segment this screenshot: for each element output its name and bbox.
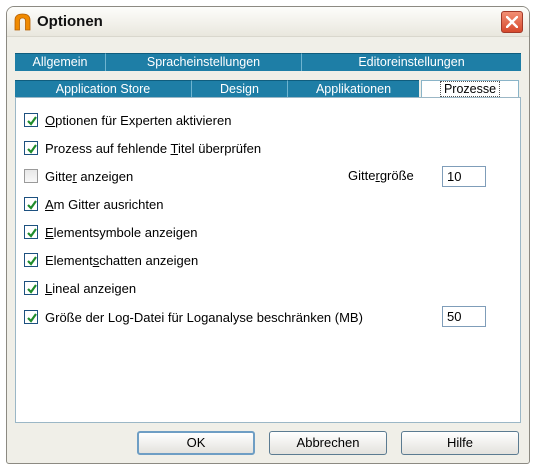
- title-bar[interactable]: Optionen: [7, 7, 529, 37]
- option-label: Am Gitter ausrichten: [45, 196, 164, 212]
- checkmark-icon: [27, 200, 37, 210]
- checkmark-icon: [27, 228, 37, 238]
- checkbox-elementschatten[interactable]: [24, 253, 38, 267]
- option-label: Größe der Log-Datei für Loganalyse besch…: [45, 309, 363, 325]
- option-elementsymbole[interactable]: Elementsymbole anzeigen: [24, 223, 197, 241]
- checkmark-icon: [27, 116, 37, 126]
- checkmark-icon: [27, 144, 37, 154]
- tab-spracheinstellungen[interactable]: Spracheinstellungen: [105, 53, 301, 71]
- option-elementschatten[interactable]: Elementschatten anzeigen: [24, 251, 198, 269]
- option-experten[interactable]: Optionen für Experten aktivieren: [24, 111, 231, 129]
- tab-application-store[interactable]: Application Store: [15, 80, 191, 98]
- option-lineal[interactable]: Lineal anzeigen: [24, 279, 136, 297]
- close-icon: [506, 16, 518, 28]
- tab-applikationen[interactable]: Applikationen: [287, 80, 419, 98]
- grid-size-input[interactable]: 10: [442, 166, 486, 187]
- checkbox-log-datei[interactable]: [24, 310, 38, 324]
- option-titel-pruefen[interactable]: Prozess auf fehlende Titel überprüfen: [24, 139, 261, 157]
- checkbox-elementsymbole[interactable]: [24, 225, 38, 239]
- option-label: Prozess auf fehlende Titel überprüfen: [45, 140, 262, 156]
- option-log-datei[interactable]: Größe der Log-Datei für Loganalyse besch…: [24, 308, 363, 326]
- checkmark-icon: [27, 313, 37, 323]
- checkmark-icon: [27, 256, 37, 266]
- checkbox-gitter-ausrichten[interactable]: [24, 197, 38, 211]
- tab-editoreinstellungen[interactable]: Editoreinstellungen: [301, 53, 521, 71]
- option-label: Gitter anzeigen: [45, 168, 134, 184]
- tab-allgemein[interactable]: Allgemein: [15, 53, 105, 71]
- option-label: Optionen für Experten aktivieren: [45, 112, 232, 128]
- checkbox-gitter-anzeigen[interactable]: [24, 169, 38, 183]
- tab-prozesse-label: Prozesse: [439, 81, 501, 97]
- window-title: Optionen: [37, 13, 103, 30]
- checkbox-lineal[interactable]: [24, 281, 38, 295]
- help-button[interactable]: Hilfe: [401, 431, 519, 455]
- cancel-button[interactable]: Abbrechen: [269, 431, 387, 455]
- checkmark-icon: [27, 284, 37, 294]
- tab-design[interactable]: Design: [191, 80, 287, 98]
- grid-size-label: Gittergröße: [348, 168, 414, 183]
- ok-button[interactable]: OK: [137, 431, 255, 455]
- option-label: Elementschatten anzeigen: [45, 252, 199, 268]
- option-label: Elementsymbole anzeigen: [45, 224, 198, 240]
- option-label: Lineal anzeigen: [45, 280, 137, 296]
- log-size-input[interactable]: 50: [442, 306, 486, 327]
- checkbox-titel-pruefen[interactable]: [24, 141, 38, 155]
- close-button[interactable]: [501, 11, 523, 33]
- prozesse-panel: Optionen für Experten aktivieren Prozess…: [15, 97, 521, 423]
- app-logo-icon: [14, 13, 31, 31]
- options-dialog: Optionen Allgemein Spracheinstellungen E…: [6, 6, 530, 464]
- option-gitter-ausrichten[interactable]: Am Gitter ausrichten: [24, 195, 164, 213]
- checkbox-experten[interactable]: [24, 113, 38, 127]
- option-gitter-anzeigen[interactable]: Gitter anzeigen: [24, 167, 133, 185]
